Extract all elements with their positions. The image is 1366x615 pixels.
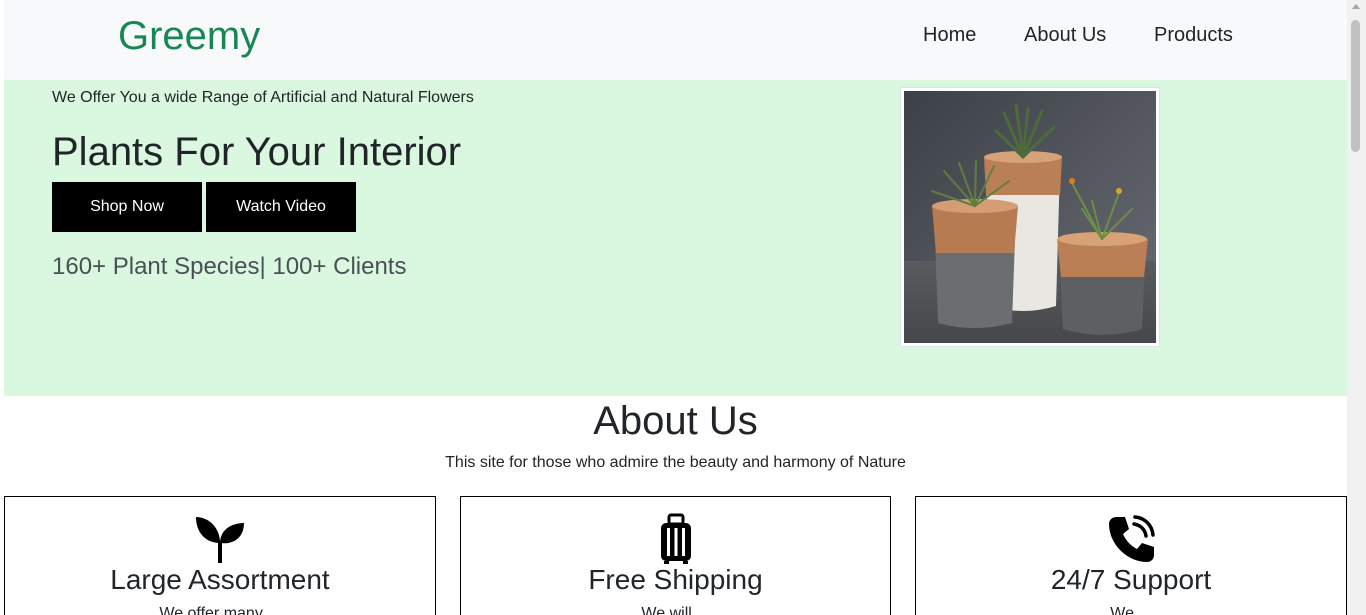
card-title: Free Shipping xyxy=(588,564,763,595)
brand-logo[interactable]: Greemy xyxy=(118,13,260,59)
luggage-icon xyxy=(650,513,702,565)
navbar: Greemy Home About Us Products xyxy=(4,0,1347,80)
feature-card-assortment: Large Assortment We offer many ... xyxy=(4,496,436,615)
browser-viewport: Greemy Home About Us Products We Offer Y… xyxy=(0,0,1366,615)
hero-tagline: We Offer You a wide Range of Artificial … xyxy=(52,89,474,106)
plant-pots-image xyxy=(900,87,1160,347)
sprout-icon xyxy=(194,513,246,565)
card-text: We ... xyxy=(1110,605,1152,615)
feature-card-shipping: Free Shipping We will ... xyxy=(460,496,891,615)
hero-title: Plants For Your Interior xyxy=(52,130,462,174)
vertical-scrollbar[interactable] xyxy=(1347,0,1366,615)
about-subtitle: This site for those who admire the beaut… xyxy=(445,454,906,471)
feature-card-support: 24/7 Support We ... xyxy=(915,496,1347,615)
hero-stats: 160+ Plant Species| 100+ Clients xyxy=(52,253,407,280)
scroll-up-arrow-icon[interactable] xyxy=(1352,4,1360,9)
about-title: About Us xyxy=(593,399,758,443)
hero-section: We Offer You a wide Range of Artificial … xyxy=(4,80,1347,396)
card-text: We will ... xyxy=(641,605,710,615)
nav-link-about-us[interactable]: About Us xyxy=(1024,23,1106,47)
shop-now-button[interactable]: Shop Now xyxy=(52,182,202,232)
scrollbar-thumb[interactable] xyxy=(1351,20,1360,152)
card-text: We offer many ... xyxy=(159,605,281,615)
phone-call-icon xyxy=(1105,513,1157,565)
nav-link-products[interactable]: Products xyxy=(1154,23,1233,47)
page: Greemy Home About Us Products We Offer Y… xyxy=(4,0,1347,615)
nav-link-home[interactable]: Home xyxy=(923,23,976,47)
card-title: Large Assortment xyxy=(110,564,330,595)
card-title: 24/7 Support xyxy=(1050,564,1212,595)
watch-video-button[interactable]: Watch Video xyxy=(206,182,356,232)
